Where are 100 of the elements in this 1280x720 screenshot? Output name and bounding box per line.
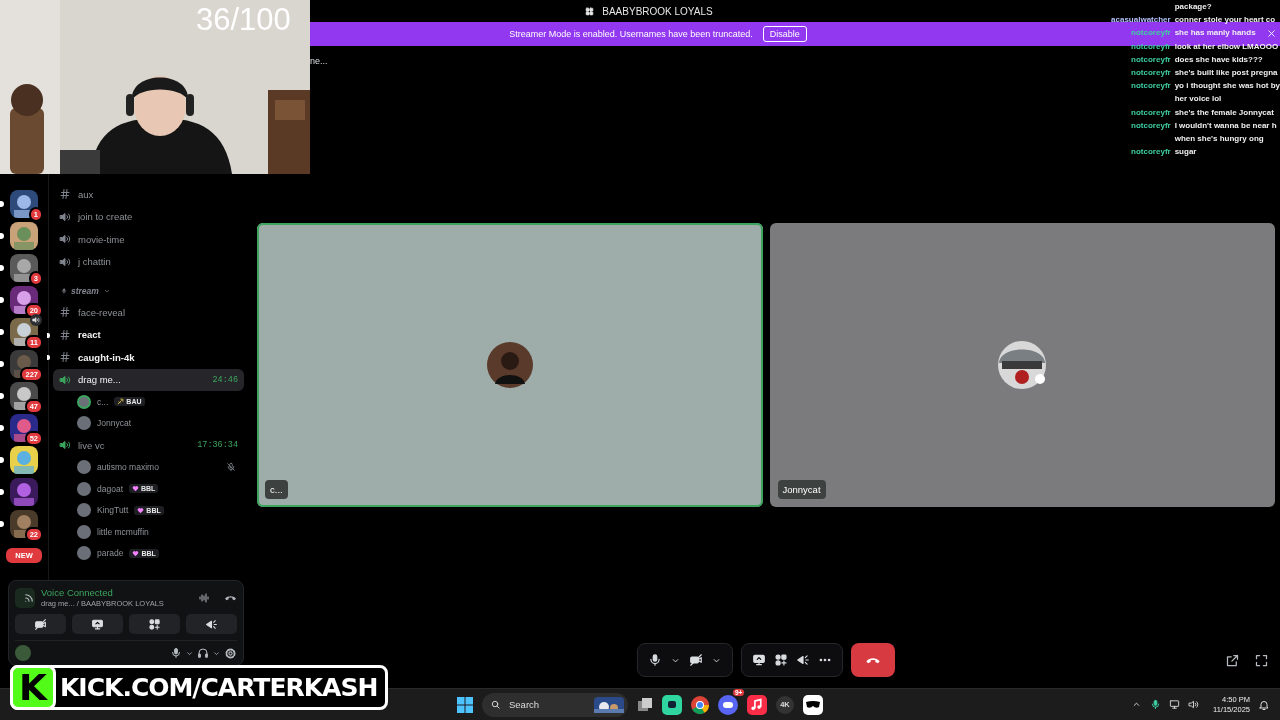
chat-message: package? bbox=[1174, 1, 1212, 13]
start-icon[interactable] bbox=[457, 696, 473, 713]
chat-username: notcoreyfr bbox=[1130, 119, 1171, 132]
chevron-icon bbox=[102, 287, 111, 295]
chat-username: notcoreyfr bbox=[1130, 53, 1171, 66]
unread-pill bbox=[0, 489, 4, 495]
pop-out-icon[interactable] bbox=[1225, 652, 1240, 668]
participant-name: c... bbox=[265, 480, 288, 499]
chat-username: notcoreyfr bbox=[1130, 146, 1171, 159]
chat-username: notcoreyfr bbox=[1130, 106, 1171, 119]
signal-icon bbox=[22, 591, 36, 604]
server-icon[interactable] bbox=[10, 286, 38, 314]
text-channel[interactable]: aux bbox=[53, 183, 244, 206]
microphone-icon[interactable] bbox=[170, 647, 182, 659]
disconnect-button[interactable] bbox=[851, 643, 895, 677]
camera-button[interactable] bbox=[15, 614, 66, 634]
server-icon[interactable] bbox=[10, 382, 38, 410]
microphone-icon[interactable] bbox=[1150, 699, 1161, 710]
chat-message: she's built like post pregna bbox=[1174, 67, 1278, 79]
call-timer: 24:46 bbox=[212, 374, 238, 385]
soundboard-icon[interactable] bbox=[796, 653, 810, 667]
voice-channel[interactable]: j chattin bbox=[53, 250, 244, 273]
fullscreen-icon[interactable] bbox=[1254, 652, 1269, 668]
close-icon[interactable] bbox=[1266, 28, 1277, 39]
logo: K bbox=[10, 665, 56, 710]
hash-icon bbox=[59, 188, 71, 201]
hash-icon bbox=[59, 328, 71, 341]
notification-bell-icon[interactable] bbox=[1258, 698, 1270, 711]
activities-button[interactable] bbox=[129, 614, 180, 634]
chat-message: she has manly hands bbox=[1174, 27, 1256, 40]
text-channel[interactable]: face-reveal bbox=[53, 301, 244, 324]
server-icon[interactable] bbox=[10, 446, 38, 474]
speaker-icon bbox=[32, 316, 40, 324]
server-title: BAABYBROOK LOYALS bbox=[602, 5, 713, 17]
voice-channel[interactable]: movie-time bbox=[53, 228, 244, 251]
waveform-icon[interactable] bbox=[198, 591, 210, 604]
heart-icon bbox=[132, 485, 139, 493]
server-icon[interactable] bbox=[10, 414, 38, 442]
unread-pill bbox=[0, 265, 4, 271]
unread-pill bbox=[0, 297, 4, 303]
voice-status: Voice Connected bbox=[41, 587, 114, 598]
music-note-icon[interactable] bbox=[747, 694, 767, 715]
chat-message: she's the female Jonnycat bbox=[1174, 106, 1274, 119]
soundboard-button[interactable] bbox=[186, 614, 237, 634]
member-name: Jonnycat bbox=[97, 418, 132, 429]
volume-icon[interactable] bbox=[1188, 699, 1199, 710]
member-name: KingTutt bbox=[97, 505, 129, 516]
server-icon[interactable] bbox=[10, 254, 38, 282]
chat-username: notcoreyfr bbox=[1130, 80, 1171, 93]
voice-member[interactable]: autismo maximo bbox=[53, 456, 244, 478]
monitor-icon[interactable] bbox=[1169, 699, 1180, 710]
video-tile[interactable]: Jonnycat bbox=[769, 223, 1275, 507]
screen-share-icon[interactable] bbox=[752, 653, 766, 667]
category-header[interactable]: stream bbox=[53, 281, 244, 301]
text-channel[interactable]: caught-in-4k bbox=[53, 346, 244, 369]
chat-username: notcoreyfr bbox=[1130, 27, 1171, 40]
heart-icon bbox=[132, 549, 140, 557]
voice-channel[interactable]: drag me... 24:46 bbox=[53, 368, 244, 391]
member-name: little mcmuffin bbox=[97, 526, 149, 537]
chat-bubble-icon[interactable] bbox=[662, 694, 682, 715]
voice-member[interactable]: Jonnycat bbox=[53, 412, 244, 434]
mask-icon[interactable] bbox=[803, 694, 823, 715]
server-icon bbox=[585, 6, 595, 16]
unread-pill bbox=[0, 329, 4, 335]
sword-icon bbox=[117, 398, 125, 406]
microphone-icon[interactable] bbox=[648, 653, 662, 667]
search-field[interactable]: Search bbox=[482, 692, 628, 717]
server-icon[interactable] bbox=[10, 222, 38, 250]
partial-text: ne... bbox=[310, 56, 328, 66]
server-icon[interactable] bbox=[10, 190, 38, 218]
unread-pill bbox=[0, 233, 4, 239]
activities-icon bbox=[148, 617, 161, 631]
screen-share-button[interactable] bbox=[72, 614, 123, 634]
chat-message: conner stole your heart co bbox=[1174, 14, 1276, 27]
search-input[interactable]: Search bbox=[507, 698, 588, 711]
soundboard-icon bbox=[205, 617, 218, 631]
game-controller-icon[interactable] bbox=[718, 694, 738, 715]
user-avatar[interactable] bbox=[15, 645, 31, 661]
camera-off-icon[interactable] bbox=[689, 653, 703, 667]
settings-icon[interactable] bbox=[224, 646, 237, 660]
video-tile[interactable]: c... bbox=[257, 223, 763, 507]
member-name: autismo maximo bbox=[97, 462, 159, 473]
disable-button[interactable]: Disable bbox=[762, 26, 807, 42]
browser-icon[interactable] bbox=[691, 695, 709, 714]
voice-channel[interactable]: join to create bbox=[53, 205, 244, 228]
task-view-icon[interactable] bbox=[637, 696, 653, 713]
server-icon[interactable] bbox=[10, 510, 38, 538]
unread-pill bbox=[0, 425, 4, 431]
screen-share-icon bbox=[91, 617, 104, 631]
category-name: stream bbox=[71, 286, 99, 296]
member-name: c... bbox=[97, 396, 109, 407]
banner-text: Streamer Mode is enabled. Usernames have been truncated. bbox=[509, 29, 753, 39]
hash-icon bbox=[59, 351, 71, 364]
text-channel[interactable]: react bbox=[53, 323, 244, 346]
unread-pill bbox=[0, 457, 4, 463]
voice-channel[interactable]: live vc 17:36:34 bbox=[53, 434, 244, 457]
voice-member[interactable]: little mcmuffin bbox=[53, 521, 244, 543]
activities-icon[interactable] bbox=[774, 653, 788, 667]
headphones-icon[interactable] bbox=[197, 647, 209, 659]
avatar bbox=[996, 339, 1049, 391]
